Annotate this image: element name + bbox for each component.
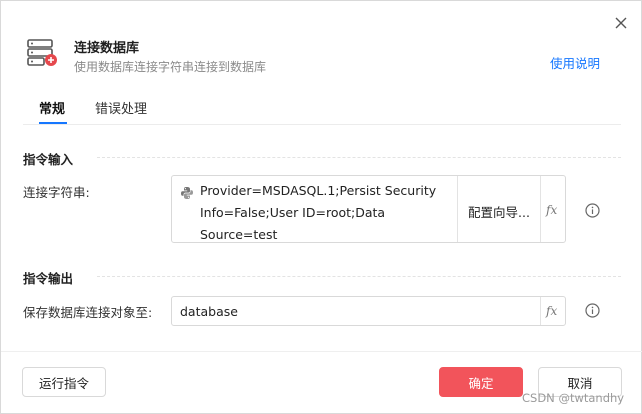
section-divider bbox=[97, 157, 621, 158]
dialog-subtitle: 使用数据库连接字符串连接到数据库 bbox=[74, 60, 267, 74]
connection-string-field[interactable]: Provider=MSDASQL.1;Persist Security Info… bbox=[171, 175, 566, 243]
fx-button[interactable]: fx bbox=[546, 203, 557, 217]
tab-general[interactable]: 常规 bbox=[39, 98, 65, 117]
fx-button[interactable]: fx bbox=[546, 304, 557, 318]
confirm-button[interactable]: 确定 bbox=[439, 367, 523, 397]
active-tab-indicator bbox=[39, 122, 67, 124]
help-link[interactable]: 使用说明 bbox=[550, 53, 600, 72]
output-section-title: 指令输出 bbox=[23, 271, 74, 286]
save-to-label: 保存数据库连接对象至: bbox=[23, 305, 153, 320]
database-add-icon bbox=[27, 39, 59, 67]
connection-string-line-1: Provider=MSDASQL.1;Persist Security bbox=[200, 183, 437, 198]
run-command-button[interactable]: 运行指令 bbox=[22, 367, 106, 397]
section-divider bbox=[97, 276, 621, 277]
config-wizard-button[interactable]: 配置向导... bbox=[468, 202, 530, 221]
footer-divider bbox=[1, 351, 642, 352]
field-divider bbox=[457, 176, 458, 242]
connection-string-line-3: Source=test bbox=[200, 227, 278, 242]
field-divider bbox=[540, 176, 541, 242]
python-icon bbox=[180, 185, 194, 199]
tab-bar: 常规 错误处理 bbox=[23, 93, 621, 125]
save-to-field[interactable]: database fx bbox=[171, 296, 566, 326]
dialog-title: 连接数据库 bbox=[74, 41, 140, 56]
watermark: CSDN @twtandhy bbox=[522, 391, 625, 405]
close-icon[interactable] bbox=[610, 12, 632, 34]
save-to-value: database bbox=[180, 304, 238, 319]
info-icon[interactable] bbox=[585, 203, 600, 218]
connection-string-label: 连接字符串: bbox=[23, 185, 90, 200]
connection-string-line-2: Info=False;User ID=root;Data bbox=[200, 205, 386, 220]
input-section-title: 指令输入 bbox=[23, 152, 74, 167]
connect-database-dialog: 连接数据库 使用数据库连接字符串连接到数据库 使用说明 常规 错误处理 指令输入… bbox=[0, 0, 642, 414]
tab-error-handling[interactable]: 错误处理 bbox=[95, 98, 147, 117]
field-divider bbox=[540, 297, 541, 325]
connection-string-value: Provider=MSDASQL.1;Persist Security Info… bbox=[200, 180, 450, 246]
info-icon[interactable] bbox=[585, 303, 600, 318]
